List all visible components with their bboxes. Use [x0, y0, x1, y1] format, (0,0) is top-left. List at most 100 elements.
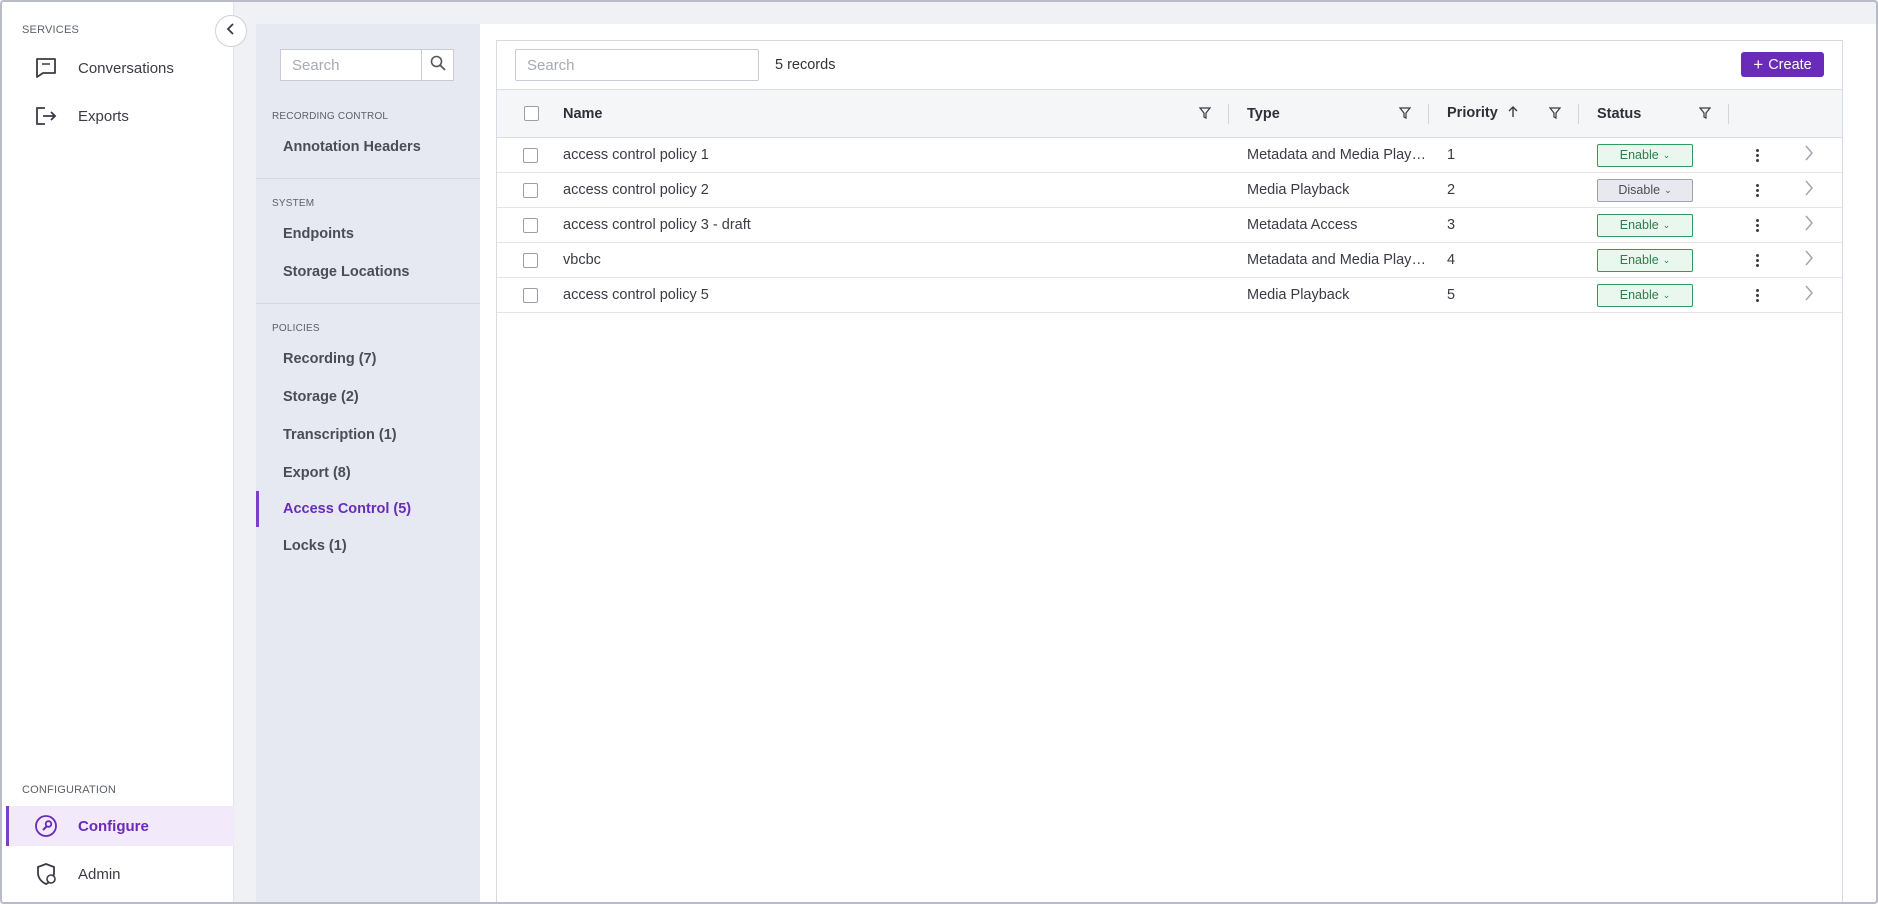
configuration-section-label: CONFIGURATION: [22, 784, 117, 796]
column-header-label: Type: [1247, 105, 1280, 122]
chevron-right-icon[interactable]: [1804, 180, 1814, 200]
subnav-section-label: RECORDING CONTROL: [272, 111, 389, 122]
table-row[interactable]: access control policy 2 Media Playback 2…: [497, 173, 1842, 208]
column-header-label: Status: [1597, 105, 1642, 122]
chevron-left-icon: [226, 22, 236, 41]
status-label: Enable: [1619, 148, 1659, 162]
status-dropdown[interactable]: Disable ⌄: [1597, 178, 1693, 202]
table-row[interactable]: access control policy 5 Media Playback 5…: [497, 278, 1842, 313]
row-checkbox[interactable]: [523, 287, 538, 303]
column-header-type[interactable]: Type: [1229, 90, 1429, 138]
filter-icon[interactable]: [1699, 107, 1711, 119]
status-dropdown[interactable]: Enable ⌄: [1597, 143, 1693, 167]
row-priority: 3: [1447, 217, 1456, 233]
subnav-item-export[interactable]: Export (8): [256, 458, 480, 488]
subnav-item-storage-locations[interactable]: Storage Locations: [256, 257, 480, 287]
column-header-name[interactable]: Name: [563, 90, 1229, 138]
row-name: access control policy 3 - draft: [563, 217, 751, 233]
create-button[interactable]: + Create: [1741, 52, 1824, 77]
filter-icon[interactable]: [1399, 107, 1411, 119]
config-subnav: RECORDING CONTROL Annotation Headers SYS…: [256, 24, 480, 902]
row-checkbox[interactable]: [523, 147, 538, 163]
row-priority: 5: [1447, 287, 1456, 303]
list-search-input[interactable]: [516, 50, 758, 80]
status-dropdown[interactable]: Enable ⌄: [1597, 283, 1693, 307]
subnav-divider: [256, 303, 480, 304]
subnav-item-endpoints[interactable]: Endpoints: [256, 219, 480, 249]
subnav-item-access-control[interactable]: Access Control (5): [256, 491, 480, 527]
subnav-search: [280, 49, 454, 81]
wrench-icon: [32, 812, 60, 840]
status-label: Enable: [1619, 218, 1659, 232]
subnav-item-recording[interactable]: Recording (7): [256, 344, 480, 374]
nav-item-conversations[interactable]: Conversations: [6, 48, 234, 88]
subnav-item-storage[interactable]: Storage (2): [256, 382, 480, 412]
subnav-divider: [256, 178, 480, 179]
table-row[interactable]: access control policy 1 Metadata and Med…: [497, 138, 1842, 173]
column-header-actions: [1729, 90, 1784, 138]
row-type: Metadata and Media Playback: [1247, 252, 1429, 268]
subnav-item-locks[interactable]: Locks (1): [256, 531, 480, 561]
row-menu-icon[interactable]: [1749, 253, 1765, 267]
status-label: Disable: [1618, 183, 1661, 197]
records-count: 5 records: [775, 57, 836, 73]
chevron-right-icon[interactable]: [1804, 250, 1814, 270]
nav-item-exports[interactable]: Exports: [6, 96, 234, 136]
column-header-status[interactable]: Status: [1579, 90, 1729, 138]
row-priority: 4: [1447, 252, 1456, 268]
status-dropdown[interactable]: Enable ⌄: [1597, 213, 1693, 237]
row-menu-icon[interactable]: [1749, 218, 1765, 232]
row-menu-icon[interactable]: [1749, 288, 1765, 302]
row-priority: 1: [1447, 147, 1456, 163]
column-header-open: [1784, 90, 1842, 138]
chevron-right-icon[interactable]: [1804, 285, 1814, 305]
row-type: Metadata Access: [1247, 217, 1358, 233]
nav-item-admin[interactable]: Admin: [6, 854, 234, 894]
filter-icon[interactable]: [1549, 107, 1561, 119]
export-icon: [32, 102, 60, 130]
row-checkbox[interactable]: [523, 217, 538, 233]
list-toolbar: 5 records + Create: [497, 41, 1842, 89]
admin-shield-icon: [32, 860, 60, 888]
subnav-search-input[interactable]: [281, 50, 421, 80]
row-name: access control policy 1: [563, 147, 709, 163]
collapse-nav-button[interactable]: [215, 15, 247, 47]
nav-item-label: Exports: [78, 107, 129, 125]
list-search: [515, 49, 759, 81]
plus-icon: +: [1753, 55, 1764, 74]
table-header-row: Name Type Priority Status: [497, 89, 1842, 138]
row-priority: 2: [1447, 182, 1456, 198]
row-type: Media Playback: [1247, 287, 1350, 303]
subnav-search-button[interactable]: [421, 50, 453, 80]
services-section-label: SERVICES: [22, 24, 80, 36]
table-row[interactable]: access control policy 3 - draft Metadata…: [497, 208, 1842, 243]
row-checkbox[interactable]: [523, 252, 538, 268]
status-dropdown[interactable]: Enable ⌄: [1597, 248, 1693, 272]
chevron-down-icon: ⌄: [1662, 289, 1671, 300]
subnav-section-label: SYSTEM: [272, 198, 315, 209]
chevron-right-icon[interactable]: [1804, 215, 1814, 235]
row-name: access control policy 5: [563, 287, 709, 303]
select-all-cell: [497, 90, 563, 138]
select-all-checkbox[interactable]: [524, 106, 539, 122]
nav-item-label: Conversations: [78, 59, 174, 77]
row-checkbox[interactable]: [523, 182, 538, 198]
row-type: Media Playback: [1247, 182, 1350, 198]
search-icon: [430, 55, 446, 76]
sort-ascending-icon[interactable]: [1508, 106, 1518, 122]
chat-icon: [32, 54, 60, 82]
policy-list-panel: 5 records + Create Name: [496, 40, 1843, 902]
table-row[interactable]: vbcbc Metadata and Media Playback 4 Enab…: [497, 243, 1842, 278]
row-menu-icon[interactable]: [1749, 148, 1765, 162]
subnav-item-transcription[interactable]: Transcription (1): [256, 420, 480, 450]
create-button-label: Create: [1768, 56, 1812, 73]
row-name: access control policy 2: [563, 182, 709, 198]
chevron-right-icon[interactable]: [1804, 145, 1814, 165]
nav-item-configure[interactable]: Configure: [6, 806, 234, 846]
status-label: Enable: [1619, 253, 1659, 267]
filter-icon[interactable]: [1199, 107, 1211, 119]
row-menu-icon[interactable]: [1749, 183, 1765, 197]
column-header-priority[interactable]: Priority: [1429, 90, 1579, 138]
chevron-down-icon: ⌄: [1662, 254, 1671, 265]
subnav-item-annotation-headers[interactable]: Annotation Headers: [256, 132, 480, 162]
